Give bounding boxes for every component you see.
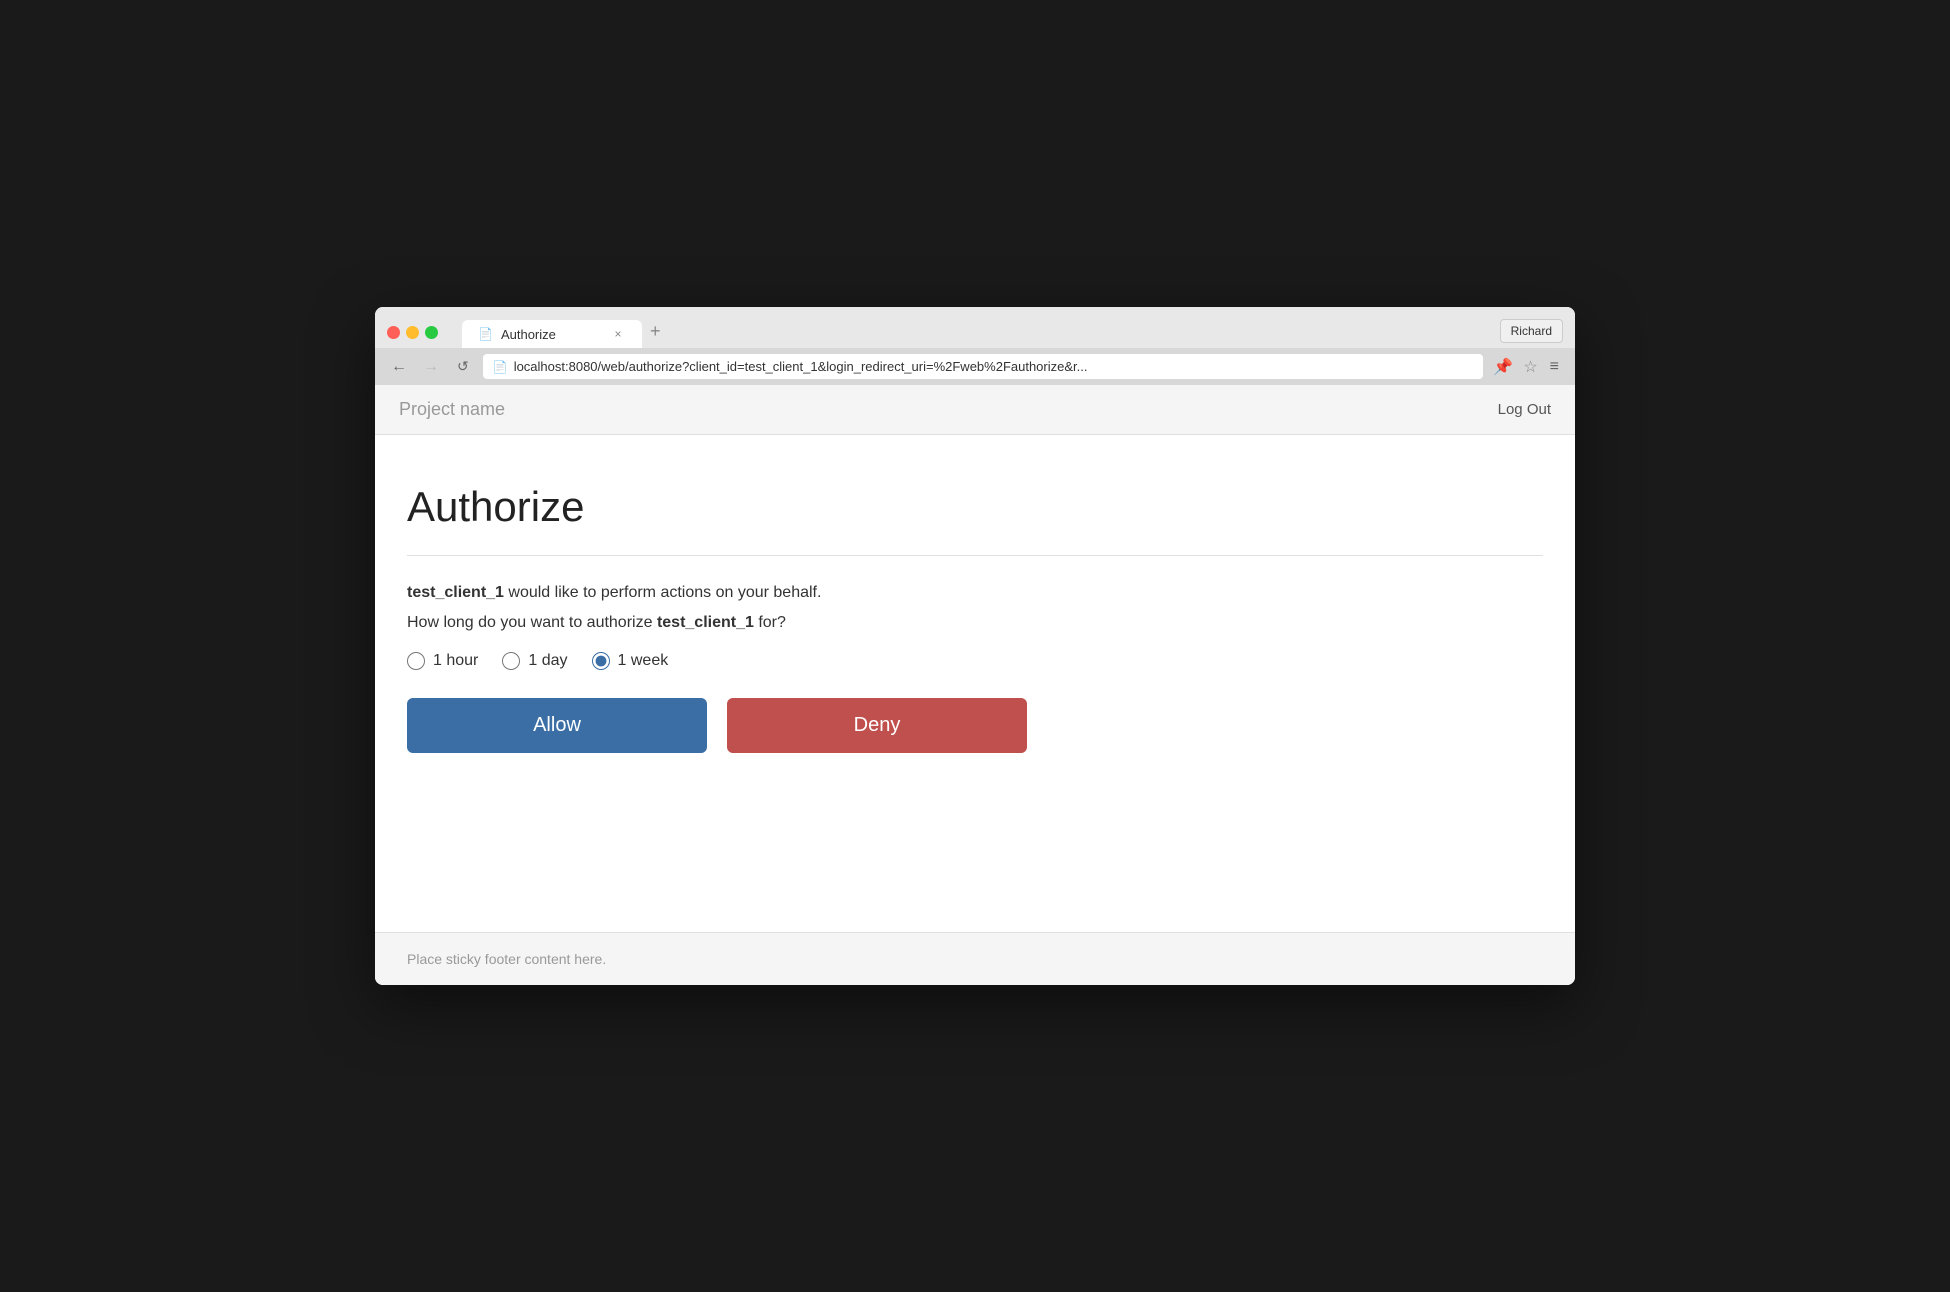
window-controls [387,326,438,339]
sticky-footer: Place sticky footer content here. [375,932,1575,985]
footer-text: Place sticky footer content here. [407,951,606,967]
project-name: Project name [399,399,505,420]
radio-1hour[interactable] [407,652,425,670]
profile-button[interactable]: Richard [1500,319,1563,343]
client-description: test_client_1 would like to perform acti… [407,584,1543,602]
client-name-1: test_client_1 [407,584,504,601]
title-divider [407,555,1543,556]
url-text: localhost:8080/web/authorize?client_id=t… [514,359,1474,374]
new-tab-button[interactable]: + [642,317,669,346]
pin-button[interactable]: 📌 [1491,355,1515,379]
radio-1day-label[interactable]: 1 day [502,652,567,670]
radio-1day[interactable] [502,652,520,670]
main-content: Authorize test_client_1 would like to pe… [375,435,1575,932]
url-security-icon: 📄 [493,360,508,374]
top-nav: Project name Log Out [375,385,1575,435]
url-bar[interactable]: 📄 localhost:8080/web/authorize?client_id… [483,354,1484,379]
description-text: would like to perform actions on your be… [504,584,822,601]
browser-window: 📄 Authorize × + Richard ← → ↺ 📄 localhos… [375,307,1575,985]
radio-1week-text: 1 week [618,652,669,670]
close-window-button[interactable] [387,326,400,339]
radio-1week[interactable] [592,652,610,670]
browser-menu-button[interactable]: ≡ [1546,356,1563,378]
title-bar: 📄 Authorize × + Richard ← → ↺ 📄 localhos… [375,307,1575,385]
title-bar-top: 📄 Authorize × + Richard [375,307,1575,348]
deny-button[interactable]: Deny [727,698,1027,753]
duration-text-2: for? [754,614,786,631]
tab-label: Authorize [501,327,556,342]
client-name-2: test_client_1 [657,614,754,631]
active-tab[interactable]: 📄 Authorize × [462,320,642,348]
tab-close-button[interactable]: × [610,326,626,342]
tab-icon: 📄 [478,327,493,341]
allow-button[interactable]: Allow [407,698,707,753]
back-button[interactable]: ← [387,356,411,378]
radio-1hour-text: 1 hour [433,652,478,670]
page-title: Authorize [407,483,1543,531]
action-buttons: Allow Deny [407,698,1543,753]
page-content: Project name Log Out Authorize test_clie… [375,385,1575,985]
address-bar: ← → ↺ 📄 localhost:8080/web/authorize?cli… [375,348,1575,385]
radio-1hour-label[interactable]: 1 hour [407,652,478,670]
reload-button[interactable]: ↺ [451,356,475,377]
tab-bar: 📄 Authorize × + [462,317,1492,348]
duration-text-1: How long do you want to authorize [407,614,657,631]
logout-button[interactable]: Log Out [1498,401,1551,418]
duration-radio-group: 1 hour 1 day 1 week [407,652,1543,670]
minimize-window-button[interactable] [406,326,419,339]
duration-question: How long do you want to authorize test_c… [407,614,1543,632]
maximize-window-button[interactable] [425,326,438,339]
radio-1week-label[interactable]: 1 week [592,652,669,670]
radio-1day-text: 1 day [528,652,567,670]
address-actions: 📌 ☆ ≡ [1491,355,1563,379]
forward-button[interactable]: → [419,356,443,378]
bookmark-button[interactable]: ☆ [1521,355,1539,379]
